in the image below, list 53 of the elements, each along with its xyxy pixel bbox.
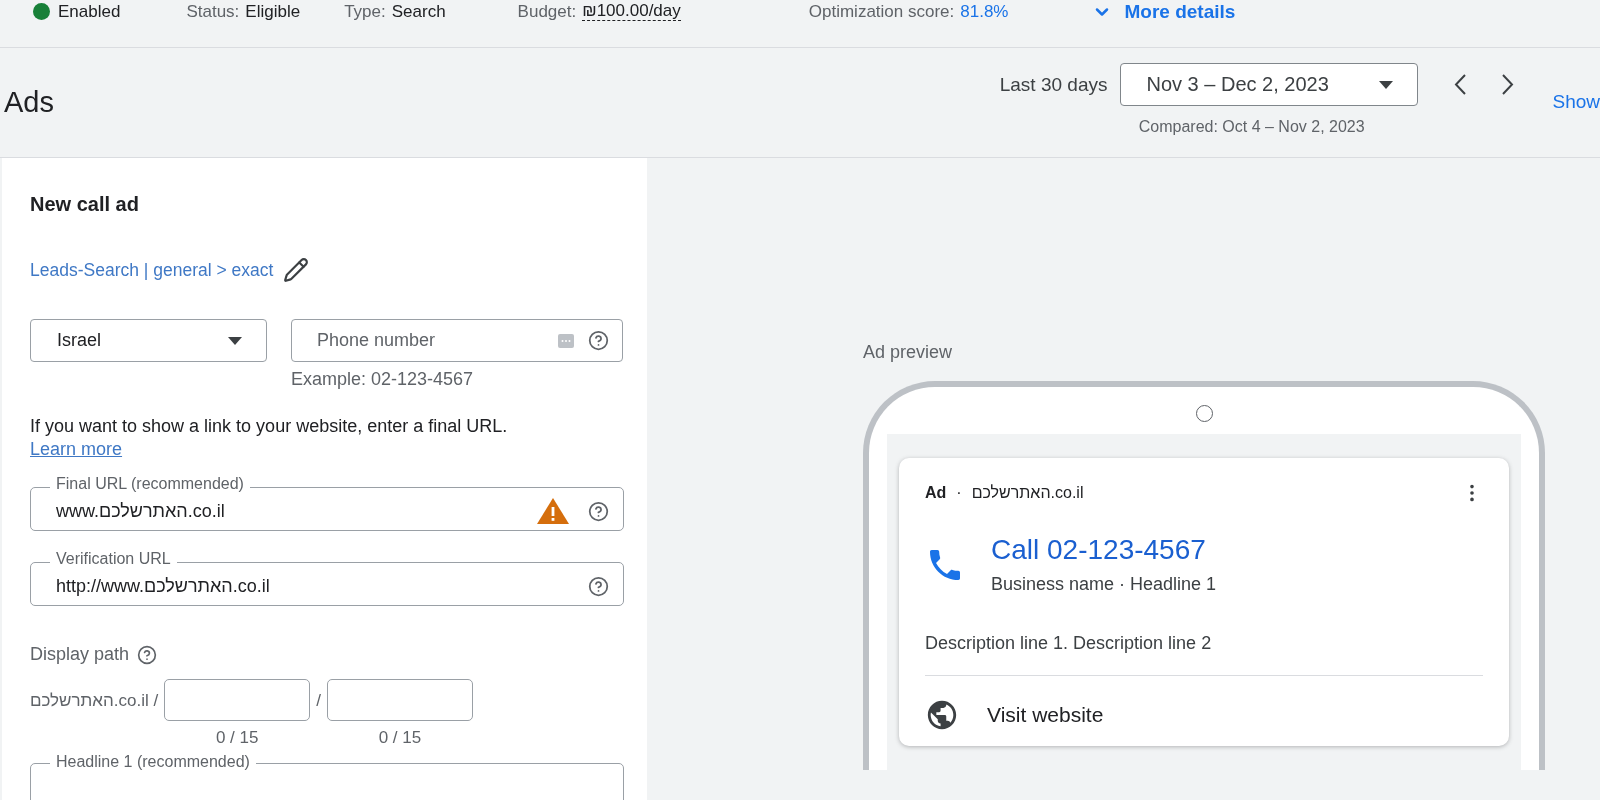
status-text: Enabled (58, 1, 121, 22)
info-value: Search (391, 1, 446, 22)
help-icon[interactable] (588, 330, 609, 351)
globe-icon (925, 698, 959, 732)
range-label: Last 30 days (999, 73, 1108, 96)
info-label: Optimization score: (808, 1, 955, 22)
panel-title: New call ad (30, 193, 140, 216)
char-counter: 0 / 15 (378, 728, 422, 748)
previous-button[interactable] (1454, 74, 1467, 95)
display-path-label: Display path (30, 644, 130, 665)
preview-title: Ad preview (863, 342, 954, 363)
visit-website-link[interactable]: Visit website (925, 698, 1483, 732)
learn-more-link[interactable]: Learn more (30, 439, 123, 460)
info-label: Budget: (517, 1, 577, 22)
compared-range: Compared: Oct 4 – Nov 2, 2023 (1138, 118, 1366, 136)
path-separator: / (316, 691, 321, 711)
info-label: Status: (186, 1, 240, 22)
next-button[interactable] (1502, 74, 1515, 95)
call-link[interactable]: Call 02-123-4567 (991, 534, 1217, 566)
ad-group-link[interactable]: Leads-Search | general > exact (30, 259, 274, 281)
path-domain: האתרשלכם.co.il / (30, 691, 159, 711)
ad-label: Ad (925, 484, 947, 502)
phone-field[interactable]: Phone number (291, 319, 623, 362)
info-value[interactable]: ₪100.00/day (582, 2, 681, 21)
field-label: Final URL (recommended) (50, 474, 250, 494)
field-label: Headline 1 (recommended) (50, 753, 256, 771)
field-value: http://www.האתרשלכם.co.il (56, 575, 271, 597)
help-icon[interactable] (588, 575, 609, 597)
info-value: Eligible (245, 1, 301, 22)
more-details-button[interactable]: More details (1092, 0, 1236, 23)
show-button[interactable]: Show (1552, 90, 1600, 114)
edit-icon[interactable] (283, 257, 310, 283)
chevron-left-icon (1454, 74, 1467, 95)
chevron-right-icon (1502, 74, 1515, 95)
help-icon[interactable] (137, 644, 158, 665)
path-field[interactable] (326, 679, 473, 721)
ad-description: Description line 1. Description line 2 (925, 633, 1483, 676)
ad-domain: האתרשלכם.co.il (971, 484, 1084, 502)
field-value: www.האתרשלכם.co.il (56, 500, 226, 522)
ad-subtitle: Business name · Headline 1 (991, 574, 1217, 595)
phone-hint: Example: 02-123-4567 (291, 369, 475, 390)
url-info-text: If you want to show a link to your website, enter a final URL. (30, 416, 509, 437)
page-title: Ads (4, 86, 55, 120)
separator-dot: · (956, 484, 962, 502)
caret-down-icon (1379, 80, 1394, 89)
info-label: Type: (344, 1, 386, 22)
date-range-dropdown[interactable]: Nov 3 – Dec 2, 2023 (1120, 63, 1419, 106)
help-icon[interactable] (588, 500, 609, 522)
country-dropdown[interactable]: Israel (30, 319, 267, 362)
caret-down-icon (228, 336, 242, 345)
score-value: 81.8% (960, 1, 1009, 22)
char-counter: 0 / 15 (215, 728, 259, 748)
path-field[interactable] (164, 679, 311, 721)
